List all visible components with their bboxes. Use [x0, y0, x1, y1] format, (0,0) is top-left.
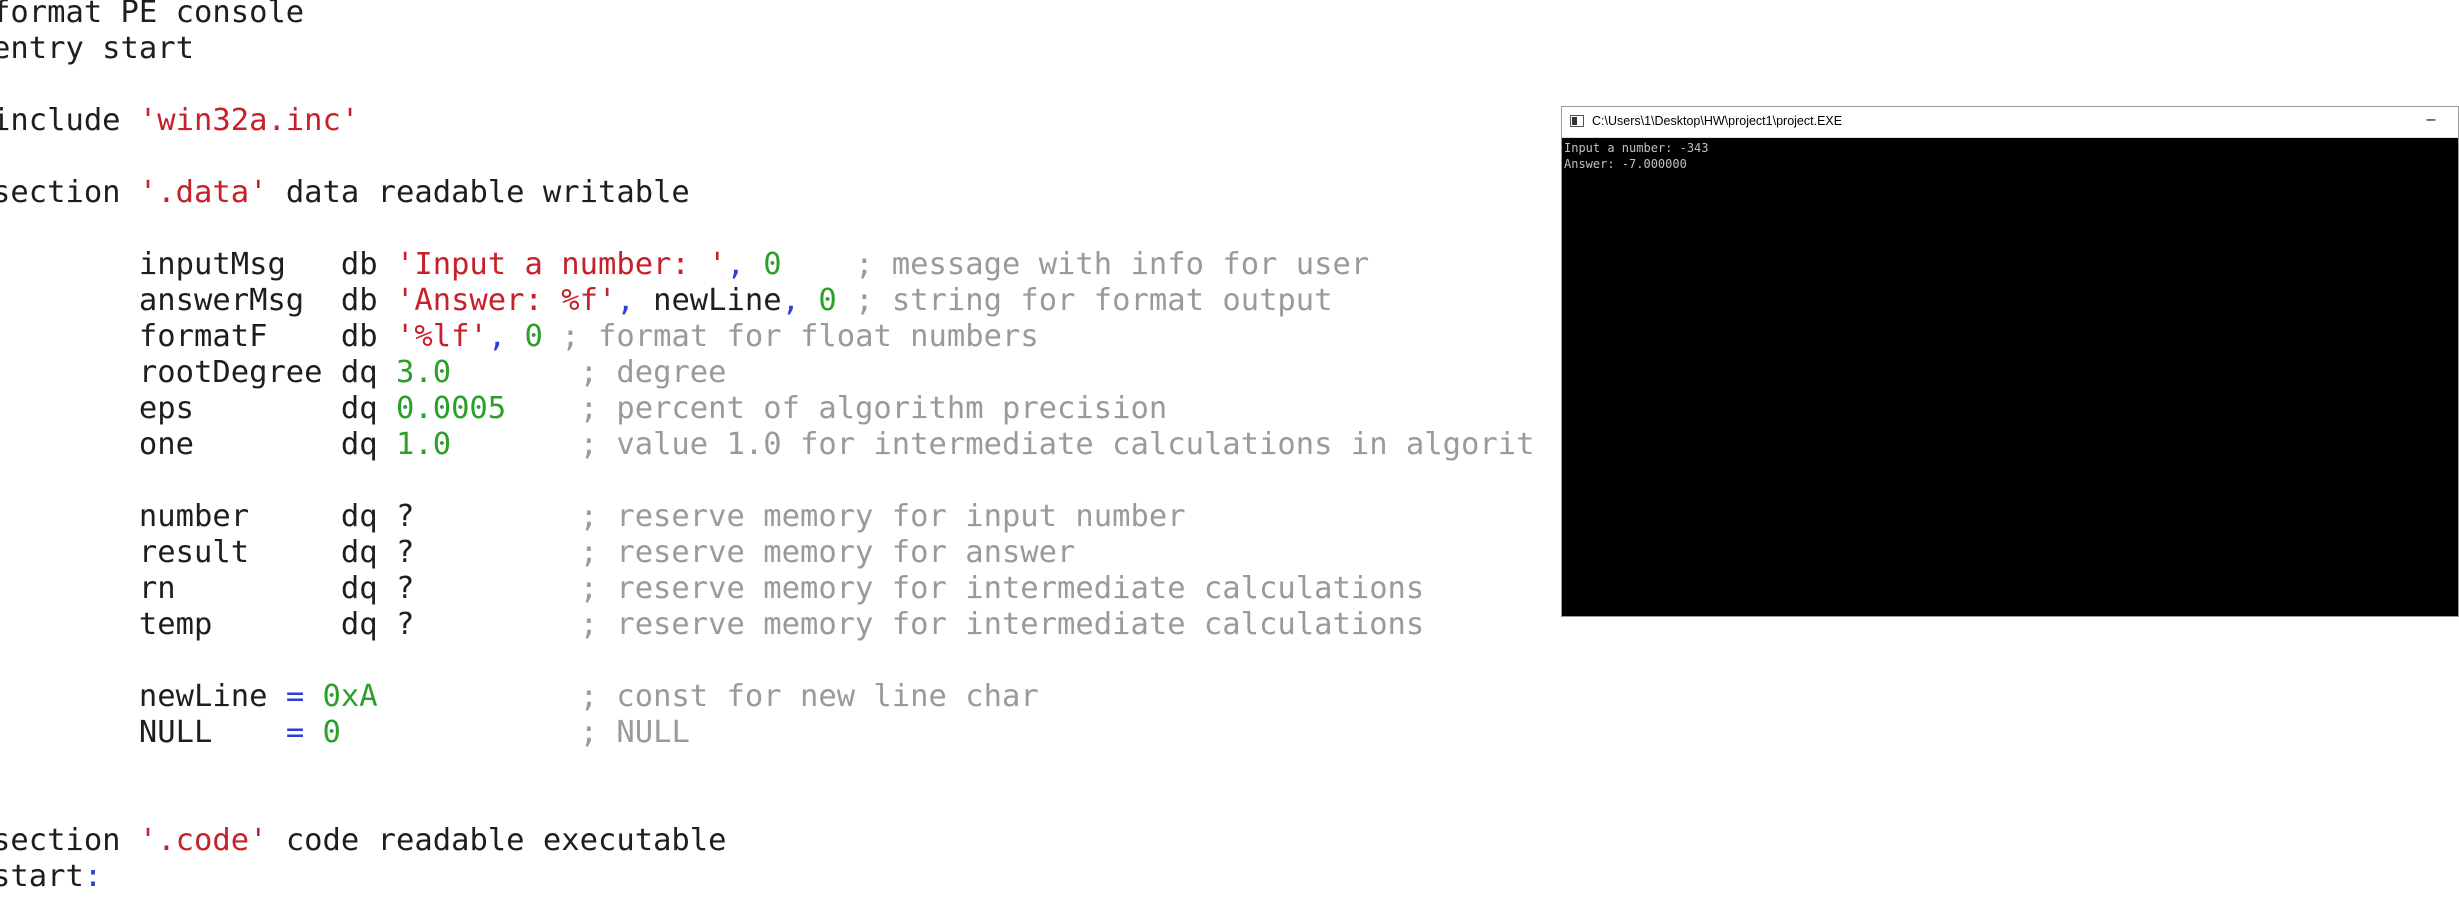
code-line: result dq ? ; reserve memory for answer — [0, 535, 1076, 571]
code-token-punct: , — [487, 319, 507, 354]
code-token-comment: ; reserve memory for answer — [414, 535, 1076, 570]
console-window[interactable]: C:\Users\1\Desktop\HW\project1\project.E… — [1561, 106, 2459, 617]
code-token-label: : — [83, 859, 103, 894]
code-line: number dq ? ; reserve memory for input n… — [0, 499, 1186, 535]
code-line: include 'win32a.inc' — [0, 103, 359, 139]
console-output-line: Answer: -7.000000 — [1564, 157, 1687, 171]
code-token-punct: , — [616, 283, 635, 318]
code-token-plain: inputMsg db — [0, 247, 396, 282]
code-token-plain: result dq ? — [0, 535, 415, 570]
minimize-icon[interactable]: – — [2404, 107, 2458, 137]
code-line: formatF db '%lf', 0 ; format for float n… — [0, 319, 1039, 355]
code-line: answerMsg db 'Answer: %f', newLine, 0 ; … — [0, 283, 1333, 319]
code-token-comment: ; reserve memory for intermediate calcul… — [414, 607, 1425, 642]
code-token-plain: format PE console — [0, 0, 305, 30]
code-token-string: '.data' — [138, 175, 268, 210]
code-token-comment: ; format for float numbers — [542, 319, 1039, 354]
code-token-number: 0 — [744, 247, 782, 282]
code-token-comment: ; percent of algorithm precision — [506, 391, 1168, 426]
code-token-plain: temp dq ? — [0, 607, 415, 642]
code-line: rn dq ? ; reserve memory for intermediat… — [0, 571, 1424, 607]
code-token-plain: rn dq ? — [0, 571, 415, 606]
console-title: C:\Users\1\Desktop\HW\project1\project.E… — [1592, 114, 1843, 128]
code-token-comment: ; reserve memory for intermediate calcul… — [414, 571, 1425, 606]
console-app-icon — [1570, 115, 1584, 127]
code-token-string: 'Input a number: ' — [395, 247, 727, 282]
code-token-punct: = — [285, 715, 305, 750]
code-token-plain: one dq — [0, 427, 396, 462]
code-line: rootDegree dq 3.0 ; degree — [0, 355, 727, 391]
code-token-string: 'Answer: %f' — [395, 283, 617, 318]
code-line: entry start — [0, 31, 194, 67]
code-token-number: 0 — [506, 319, 543, 354]
code-token-number: 0 — [800, 283, 837, 318]
code-token-comment: ; message with info for user — [781, 247, 1370, 282]
code-token-plain: newLine — [0, 679, 286, 714]
code-editor[interactable]: format PE console entry start include 'win… — [0, 0, 1560, 903]
code-token-plain: code readable executable — [267, 823, 727, 858]
code-token-plain: NULL — [0, 715, 286, 750]
code-token-plain: answerMsg db — [0, 283, 396, 318]
code-token-plain: eps dq — [0, 391, 396, 426]
code-token-comment: ; string for format output — [836, 283, 1333, 318]
code-token-plain: newLine — [634, 283, 782, 318]
code-token-number: 0xA — [304, 679, 378, 714]
code-line: section '.data' data readable writable — [0, 175, 690, 211]
code-token-plain: section — [0, 175, 139, 210]
code-token-string: '%lf' — [395, 319, 488, 354]
code-line: NULL = 0 ; NULL — [0, 715, 690, 751]
code-token-plain: include — [0, 103, 139, 138]
code-token-plain: data readable writable — [267, 175, 690, 210]
code-token-string: 'win32a.inc' — [138, 103, 360, 138]
code-token-plain: section — [0, 823, 139, 858]
code-token-number: 0.0005 — [395, 391, 507, 426]
code-line: one dq 1.0 ; value 1.0 for intermediate … — [0, 427, 1535, 463]
code-token-punct: , — [726, 247, 745, 282]
console-output-area[interactable]: Input a number: -343 Answer: -7.000000 — [1562, 138, 2458, 616]
code-token-plain: rootDegree dq — [0, 355, 396, 390]
code-token-number: 0 — [304, 715, 341, 750]
code-token-plain: entry start — [0, 31, 194, 66]
code-line: format PE console — [0, 0, 304, 31]
code-line: start: — [0, 859, 102, 895]
code-token-string: '.code' — [138, 823, 268, 858]
code-line: section '.code' code readable executable — [0, 823, 727, 859]
code-token-punct: = — [285, 679, 305, 714]
code-token-number: 1.0 — [395, 427, 452, 462]
code-token-comment: ; reserve memory for input number — [414, 499, 1186, 534]
code-line: eps dq 0.0005 ; percent of algorithm pre… — [0, 391, 1167, 427]
code-line: inputMsg db 'Input a number: ', 0 ; mess… — [0, 247, 1369, 283]
code-token-plain: start — [0, 859, 84, 894]
code-token-number: 3.0 — [395, 355, 452, 390]
code-line: newLine = 0xA ; const for new line char — [0, 679, 1039, 715]
console-titlebar[interactable]: C:\Users\1\Desktop\HW\project1\project.E… — [1562, 107, 2458, 138]
code-token-plain: formatF db — [0, 319, 396, 354]
code-token-comment: ; const for new line char — [377, 679, 1039, 714]
code-token-comment: ; value 1.0 for intermediate calculation… — [451, 427, 1535, 462]
code-token-comment: ; NULL — [340, 715, 690, 750]
code-token-plain: number dq ? — [0, 499, 415, 534]
code-token-comment: ; degree — [451, 355, 727, 390]
console-output-line: Input a number: -343 — [1564, 141, 1709, 155]
code-line: temp dq ? ; reserve memory for intermedi… — [0, 607, 1424, 643]
code-token-punct: , — [781, 283, 800, 318]
